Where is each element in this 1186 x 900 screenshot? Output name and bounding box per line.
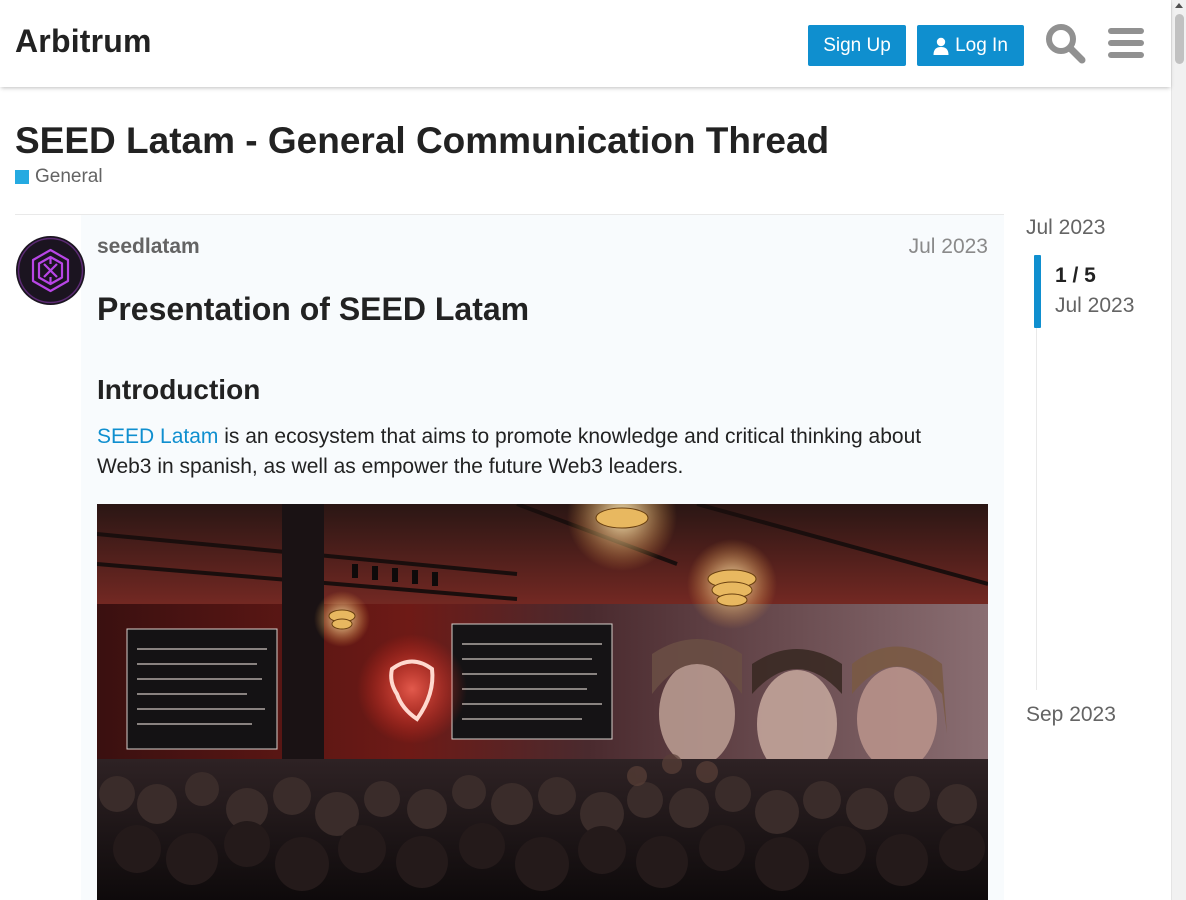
category-badge[interactable]: General <box>15 166 103 188</box>
category-color-swatch <box>15 170 29 184</box>
search-icon[interactable] <box>1043 21 1087 65</box>
seed-latam-link[interactable]: SEED Latam <box>97 425 218 448</box>
scroll-up-arrow-icon[interactable] <box>1175 3 1183 8</box>
post-paragraph: SEED Latam is an ecosystem that aims to … <box>97 422 977 482</box>
sign-up-button[interactable]: Sign Up <box>808 25 906 66</box>
post-paragraph-text: is an ecosystem that aims to promote kno… <box>97 425 922 478</box>
event-photo[interactable] <box>97 504 988 900</box>
post-username[interactable]: seedlatam <box>97 235 200 259</box>
sign-up-label: Sign Up <box>823 34 891 56</box>
timeline-start-date[interactable]: Jul 2023 <box>1026 216 1105 240</box>
user-icon <box>933 37 949 55</box>
timeline-end-date[interactable]: Sep 2023 <box>1026 703 1116 727</box>
category-name: General <box>35 166 103 187</box>
log-in-button[interactable]: Log In <box>917 25 1024 66</box>
site-header: Arbitrum Sign Up Log In <box>0 0 1171 87</box>
post-subheading: Introduction <box>97 374 261 405</box>
page-scrollbar[interactable] <box>1171 0 1186 900</box>
post-date[interactable]: Jul 2023 <box>909 235 988 259</box>
post-heading: Presentation of SEED Latam <box>97 291 530 327</box>
timeline-post-position: 1 / 5 <box>1055 264 1096 287</box>
site-title[interactable]: Arbitrum <box>15 23 152 60</box>
user-avatar[interactable] <box>16 236 85 305</box>
scrollbar-thumb[interactable] <box>1175 14 1184 64</box>
log-in-label: Log In <box>955 34 1008 56</box>
timeline-position-date: Jul 2023 <box>1055 294 1135 317</box>
topic-title[interactable]: SEED Latam - General Communication Threa… <box>15 120 829 162</box>
timeline-scroll-handle[interactable] <box>1034 255 1041 328</box>
hamburger-menu-icon[interactable] <box>1104 21 1148 65</box>
